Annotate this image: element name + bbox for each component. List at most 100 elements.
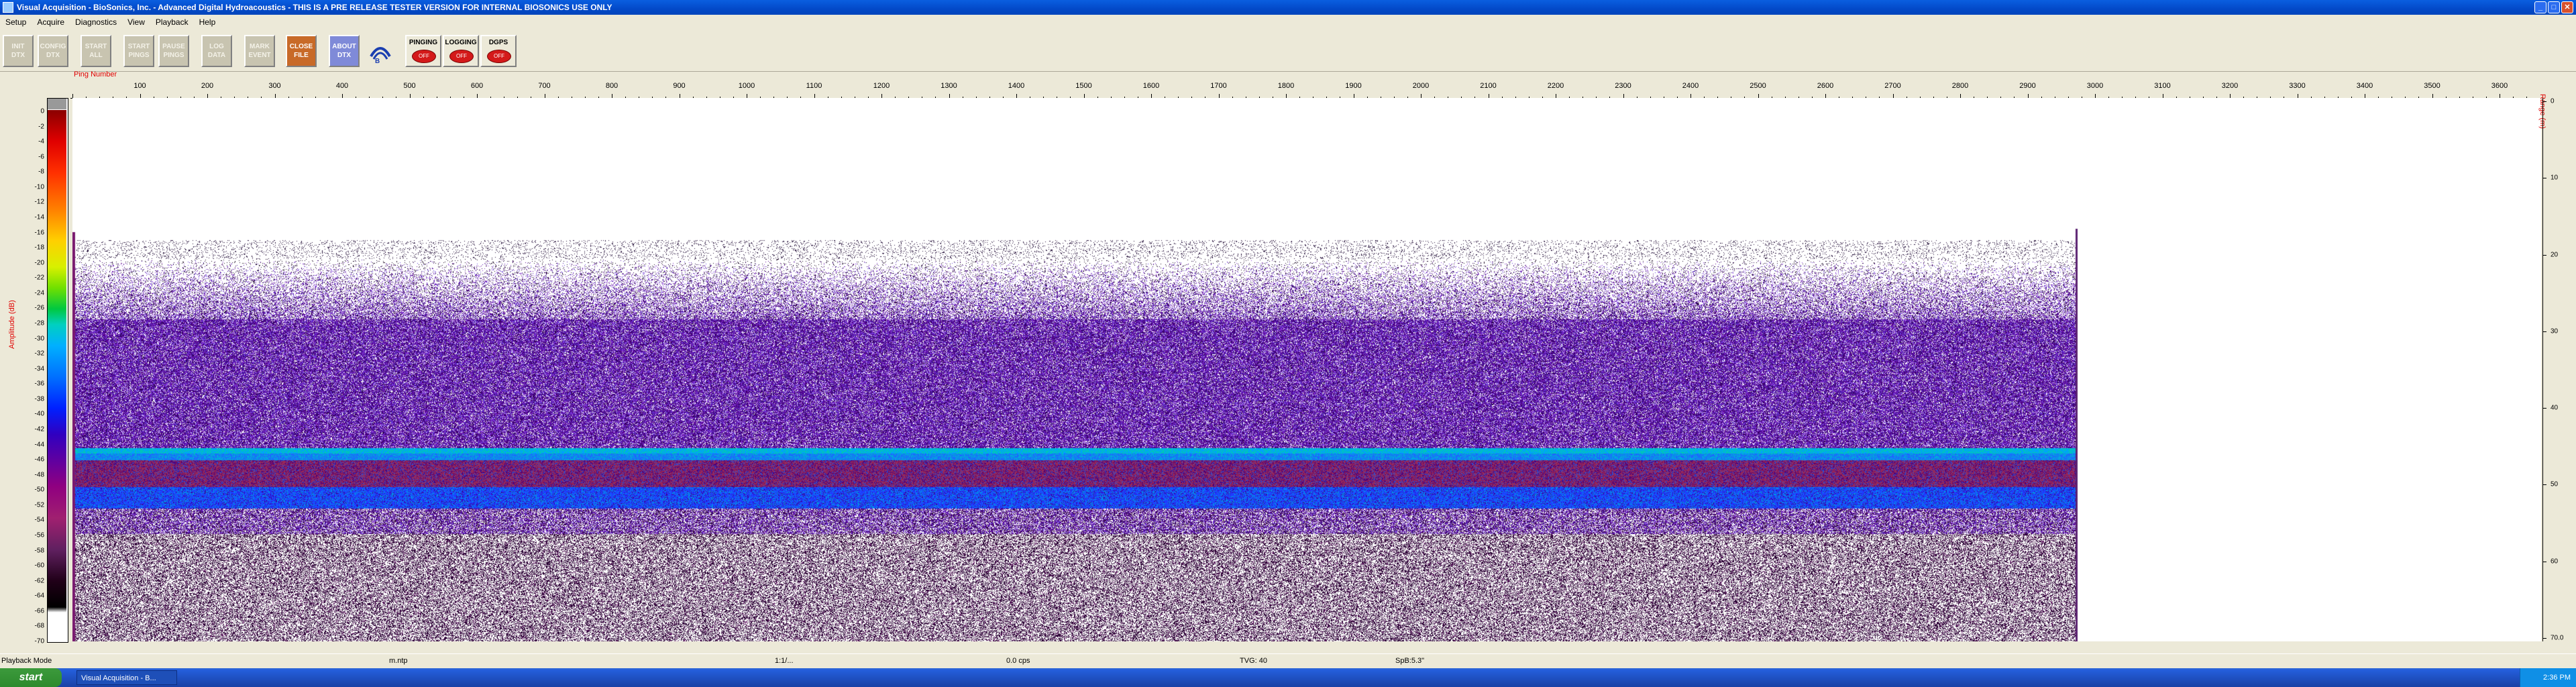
status-field3: 1:1/... <box>775 657 794 665</box>
x-tick-label: 1400 <box>1008 82 1025 90</box>
range-tick <box>2542 484 2546 486</box>
amplitude-tick-label: -8 <box>38 168 44 176</box>
title-bar[interactable]: Visual Acquisition - BioSonics, Inc. - A… <box>0 0 2576 15</box>
amplitude-tick-label: -26 <box>34 304 44 312</box>
amplitude-tick-label: -44 <box>34 441 44 449</box>
amplitude-tick-label: -10 <box>34 183 44 191</box>
dgps-indicator: DGPS OFF <box>480 35 517 67</box>
status-bar: Playback Mode m.ntp 1:1/... 0.0 cps TVG:… <box>0 653 2576 669</box>
log-data-button[interactable]: LOG DATA <box>201 35 232 67</box>
amplitude-tick-label: -6 <box>38 153 44 161</box>
amplitude-tick-label: -42 <box>34 425 44 433</box>
x-tick-label: 100 <box>133 82 146 90</box>
x-tick-label: 3300 <box>2289 82 2306 90</box>
maximize-button[interactable]: □ <box>2548 1 2560 13</box>
range-tick-label: 50 <box>2551 480 2559 488</box>
menu-acquire[interactable]: Acquire <box>32 17 70 27</box>
amplitude-tick-label: -14 <box>34 213 44 221</box>
pinging-lamp: OFF <box>412 50 436 63</box>
taskbar: start Visual Acquisition - B... 2:36 PM <box>0 668 2576 687</box>
x-tick-label: 2700 <box>1884 82 1901 90</box>
amplitude-tick-label: 0 <box>40 107 44 115</box>
amplitude-tick-label: -62 <box>34 577 44 585</box>
amplitude-tick-label: -22 <box>34 274 44 282</box>
x-tick-label: 900 <box>673 82 686 90</box>
status-mode: Playback Mode <box>1 657 52 665</box>
amplitude-tick-label: -38 <box>34 395 44 403</box>
clock: 2:36 PM <box>2543 674 2571 682</box>
start-pings-button[interactable]: START PINGS <box>123 35 154 67</box>
amplitude-tick-label: -28 <box>34 319 44 327</box>
amplitude-tick-label: -30 <box>34 335 44 343</box>
x-tick-label: 200 <box>201 82 214 90</box>
range-tick-label: 0 <box>2551 97 2555 105</box>
toolbar: INIT DTX CONFIG DTX START ALL START PING… <box>0 30 2576 72</box>
start-all-button[interactable]: START ALL <box>80 35 111 67</box>
about-dtx-button[interactable]: ABOUT DTX <box>329 35 360 67</box>
amplitude-tick-label: -36 <box>34 380 44 388</box>
amplitude-tick-label: -70 <box>34 637 44 645</box>
amplitude-tick-label: -58 <box>34 547 44 555</box>
menu-diagnostics[interactable]: Diagnostics <box>70 17 122 27</box>
x-tick-label: 2000 <box>1412 82 1430 90</box>
ping-number-axis: 100 200 300 400 500 600 700 800 900 1000 1100 1200 1… <box>70 79 2539 99</box>
menu-help[interactable]: Help <box>194 17 221 27</box>
amplitude-tick-label: -4 <box>38 138 44 146</box>
x-tick-label: 1800 <box>1277 82 1295 90</box>
app-icon <box>3 2 13 13</box>
amplitude-tick-label: -56 <box>34 531 44 539</box>
range-tick <box>2542 331 2546 332</box>
amplitude-tick-label: -34 <box>34 365 44 373</box>
range-tick <box>2542 101 2546 102</box>
system-tray: 2:36 PM <box>2520 668 2576 687</box>
taskbar-app-visual-acquisition[interactable]: Visual Acquisition - B... <box>76 670 177 685</box>
x-tick-label: 300 <box>268 82 281 90</box>
menu-playback[interactable]: Playback <box>150 17 194 27</box>
x-tick-label: 500 <box>403 82 416 90</box>
logging-label: LOGGING <box>445 39 477 46</box>
x-tick-label: 1600 <box>1142 82 1160 90</box>
amplitude-tick-label: -68 <box>34 622 44 630</box>
x-tick-label: 600 <box>470 82 484 90</box>
pause-pings-button[interactable]: PAUSE PINGS <box>158 35 189 67</box>
x-tick-label: 2800 <box>1951 82 1969 90</box>
x-tick-label: 700 <box>538 82 551 90</box>
x-axis-label: Ping Number <box>74 70 117 78</box>
menu-setup[interactable]: Setup <box>0 17 32 27</box>
amplitude-tick-label: -40 <box>34 410 44 418</box>
config-dtx-button[interactable]: CONFIG DTX <box>38 35 68 67</box>
close-file-button[interactable]: CLOSE FILE <box>286 35 317 67</box>
echogram-plot[interactable] <box>72 98 2541 641</box>
start-button[interactable]: start <box>0 668 62 687</box>
x-tick-label: 800 <box>605 82 619 90</box>
range-axis: 0 10 20 30 40 50 60 70.0 <box>2542 97 2576 642</box>
minimize-button[interactable]: _ <box>2534 1 2546 13</box>
amplitude-tick-label: -24 <box>34 289 44 297</box>
amplitude-tick-label: -18 <box>34 244 44 252</box>
amplitude-tick-label: -16 <box>34 229 44 237</box>
mark-event-button[interactable]: MARK EVENT <box>244 35 275 67</box>
x-tick-label: 400 <box>335 82 349 90</box>
close-button[interactable]: ✕ <box>2561 1 2573 13</box>
menu-view[interactable]: View <box>122 17 150 27</box>
status-units: m.ntp <box>389 657 408 665</box>
amplitude-tick-label: -20 <box>34 259 44 267</box>
menu-bar: Setup Acquire Diagnostics View Playback … <box>0 15 2576 30</box>
dgps-lamp: OFF <box>487 50 511 63</box>
amplitude-tick-label: -66 <box>34 607 44 615</box>
amplitude-tick-label: -32 <box>34 350 44 358</box>
amplitude-tick-label: -64 <box>34 592 44 600</box>
init-dtx-button[interactable]: INIT DTX <box>3 35 34 67</box>
echogram-canvas[interactable] <box>72 98 2541 641</box>
amplitude-tick-label: -48 <box>34 471 44 479</box>
x-tick-label: 1000 <box>738 82 755 90</box>
range-tick <box>2542 638 2546 639</box>
range-tick-label: 30 <box>2551 327 2559 335</box>
x-tick-label: 3600 <box>2491 82 2508 90</box>
range-tick-label: 60 <box>2551 558 2559 566</box>
logging-indicator: LOGGING OFF <box>443 35 479 67</box>
x-tick-label: 3500 <box>2424 82 2440 90</box>
range-tick <box>2542 254 2546 256</box>
amplitude-tick-label: -50 <box>34 486 44 494</box>
amplitude-colorbar <box>48 110 66 633</box>
